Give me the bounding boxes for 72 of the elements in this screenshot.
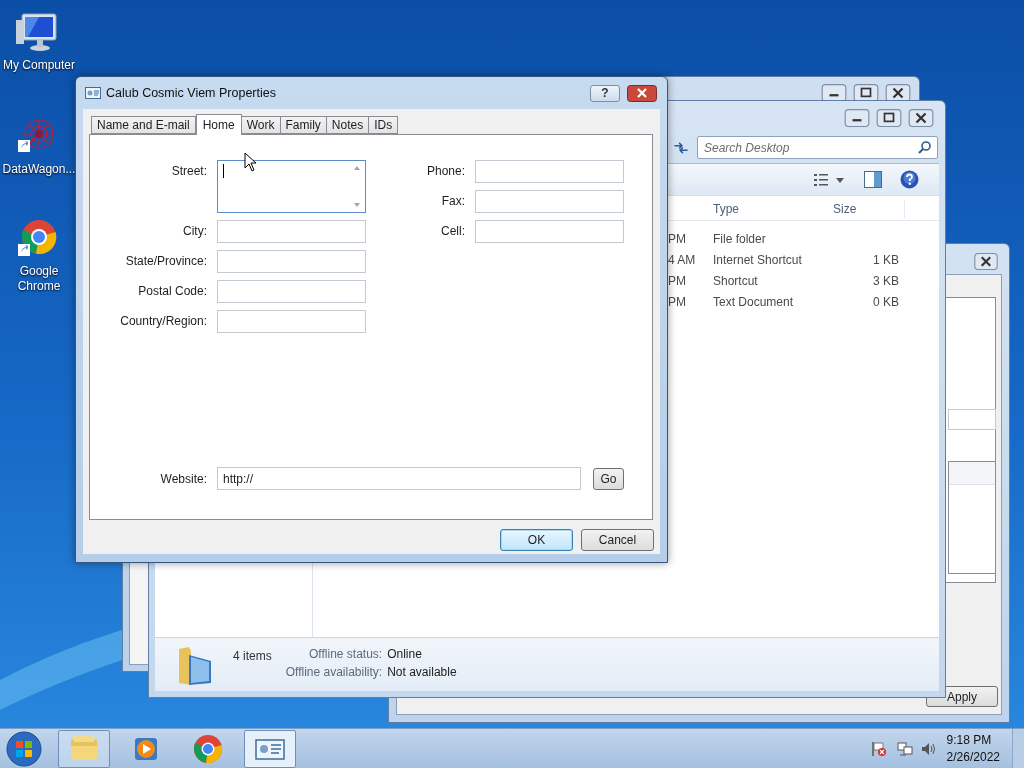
search-icon[interactable] [918,141,931,154]
preview-pane-icon[interactable] [864,171,882,188]
view-options-icon[interactable] [814,172,846,187]
type-cell-text: Text Document [712,293,795,311]
column-header[interactable]: Size [825,199,905,218]
field-label: Country/Region: [119,313,207,330]
help-icon[interactable] [900,170,919,189]
dialog-button[interactable]: OK [500,529,573,551]
tab[interactable]: Notes [325,116,370,134]
close-button[interactable] [971,253,1001,270]
detail-label: Offline status: [308,647,383,662]
field-label: Street: [170,163,207,180]
type-cell-text: File folder [712,230,767,248]
maximize-button[interactable] [874,109,904,127]
date-cell-text: PM [667,230,687,248]
input-field[interactable] [217,250,366,273]
type-cell-text: Shortcut [712,272,759,290]
size-cell-text: 0 KB [872,293,900,311]
desktop-icon-label[interactable]: DataWagon... [1,162,77,177]
flag-warning-icon[interactable] [870,740,887,757]
text-caret [223,164,224,178]
input-field[interactable] [217,310,366,333]
list-box[interactable] [948,461,996,574]
input-field[interactable] [217,220,366,243]
detail-value: Not available [387,665,457,680]
input-field[interactable] [475,160,624,183]
go-button[interactable]: Go [593,467,624,490]
close-button[interactable] [627,84,657,102]
detail-label: Offline availability: [285,665,383,680]
tab[interactable]: Family [279,116,327,134]
refresh-arrows-icon[interactable] [673,140,689,155]
item-count: 4 items [233,648,272,665]
tab[interactable]: Home [195,114,242,135]
window-title: Calub Cosmic Viem Properties [106,84,277,102]
input-field[interactable] [475,190,624,213]
taskbar-button[interactable] [58,729,110,768]
tab[interactable]: Work [240,116,281,134]
contact-card-icon [85,87,101,99]
network-icon[interactable] [896,740,913,757]
website-field[interactable]: http:// [217,467,581,490]
dialog-button[interactable]: Cancel [581,529,654,551]
size-cell-text: 3 KB [872,272,900,290]
field-label: Website: [159,470,207,488]
tab[interactable]: IDs [368,116,399,134]
input-field[interactable] [217,280,366,303]
desktop-icon-label[interactable]: Google Chrome [0,264,78,294]
text-area[interactable] [217,160,366,213]
type-cell-text: Internet Shortcut [712,251,803,269]
cursor-icon [244,152,257,172]
taskbar-button[interactable] [244,729,296,768]
field-label: Phone: [425,163,465,180]
field-label: City: [182,223,207,240]
column-header[interactable]: Type [705,199,825,218]
size-cell-text: 1 KB [872,251,900,269]
field-label: Postal Code: [137,283,207,300]
help-button[interactable]: ? [590,84,620,102]
close-button[interactable] [906,109,936,127]
detail-value: Online [387,647,423,662]
field-label: Fax: [440,193,465,210]
input-field[interactable] [948,409,996,430]
minimize-button[interactable] [842,109,872,127]
search-field[interactable]: Search Desktop [697,136,938,159]
date-cell-text: 4 AM [667,251,697,269]
input-field[interactable] [475,220,624,243]
field-label: Cell: [440,223,465,240]
date-cell-text: PM [667,293,687,311]
field-label: State/Province: [124,253,207,270]
desktop-icon-label[interactable]: My Computer [2,58,76,73]
clock[interactable]: 9:18 PM 2/26/2022 [946,731,1000,766]
tab[interactable]: Name and E-mail [91,116,196,134]
date-cell-text: PM [667,272,687,290]
start-button[interactable] [4,729,44,768]
